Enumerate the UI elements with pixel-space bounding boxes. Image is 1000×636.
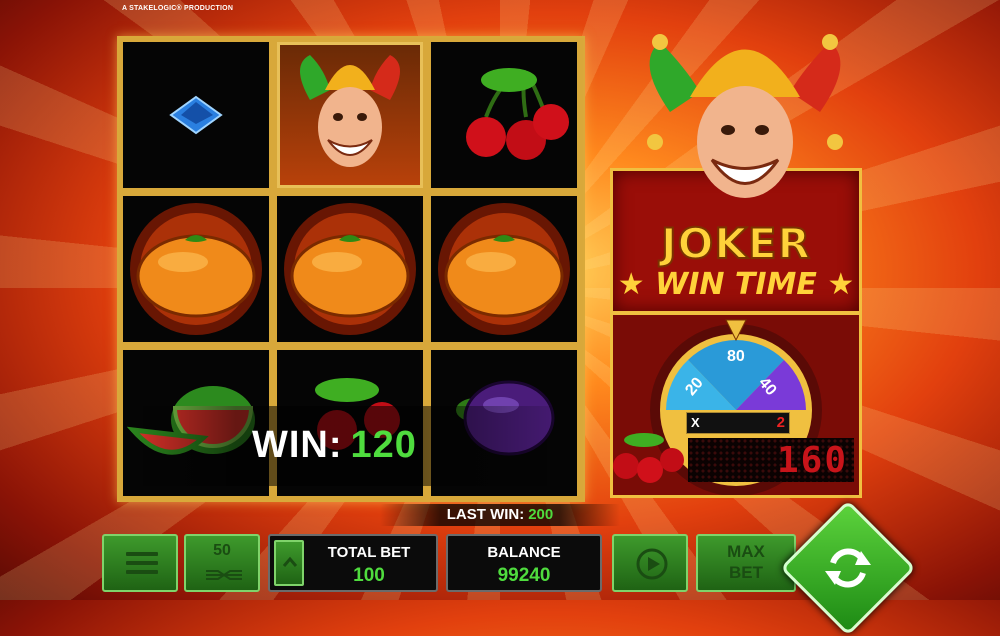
last-win-label: LAST WIN: — [446, 506, 525, 523]
last-win-value: 200 — [528, 506, 554, 523]
multiplier-value: 2 — [776, 414, 785, 431]
autoplay-button[interactable] — [612, 534, 688, 592]
total-bet-label: TOTAL BET — [327, 544, 411, 561]
balance-value: 99240 — [497, 565, 551, 586]
total-bet-value: 100 — [353, 565, 385, 586]
symbol-orange-fire — [277, 196, 423, 342]
led-win-display: 160 — [688, 438, 854, 482]
balance-panel: BALANCE 99240 — [446, 534, 602, 592]
logo-subtitle: ★ WIN TIME ★ — [617, 267, 855, 302]
paylines-icon — [206, 570, 242, 580]
total-bet-panel: TOTAL BET 100 — [268, 534, 438, 592]
lines-button[interactable]: 50 — [184, 534, 260, 592]
autoplay-icon — [636, 548, 668, 580]
win-label: WIN: — [252, 424, 343, 466]
multiplier-prefix: X — [691, 415, 700, 430]
menu-button[interactable] — [102, 534, 178, 592]
jester-mascot — [647, 34, 843, 198]
win-amount: WIN: 120 — [252, 424, 417, 467]
chevron-up-icon — [282, 556, 298, 567]
symbol-joker — [277, 42, 423, 188]
symbol-cherries — [431, 42, 577, 188]
cherries-icon — [613, 433, 684, 483]
symbol-diamond — [123, 42, 269, 188]
max-bet-label: MAX BET — [727, 542, 765, 582]
producer-credit: A STAKELOGIC® PRODUCTION — [122, 5, 234, 12]
lines-count: 50 — [213, 542, 231, 559]
logo-title: JOKER — [660, 218, 811, 269]
led-value: 160 — [776, 440, 848, 481]
spin-arrows-icon — [825, 548, 871, 588]
balance-label: BALANCE — [487, 544, 561, 561]
max-bet-button[interactable]: MAX BET — [696, 534, 796, 592]
last-win: LAST WIN: 200 — [380, 504, 620, 526]
symbol-orange-fire — [431, 196, 577, 342]
symbol-orange-fire — [123, 196, 269, 342]
multiplier-display: X 2 — [686, 412, 790, 434]
bet-increase-button[interactable] — [274, 540, 304, 586]
hamburger-icon — [126, 552, 158, 574]
win-value: 120 — [350, 424, 417, 466]
wheel-segment-label: 80 — [727, 348, 745, 365]
